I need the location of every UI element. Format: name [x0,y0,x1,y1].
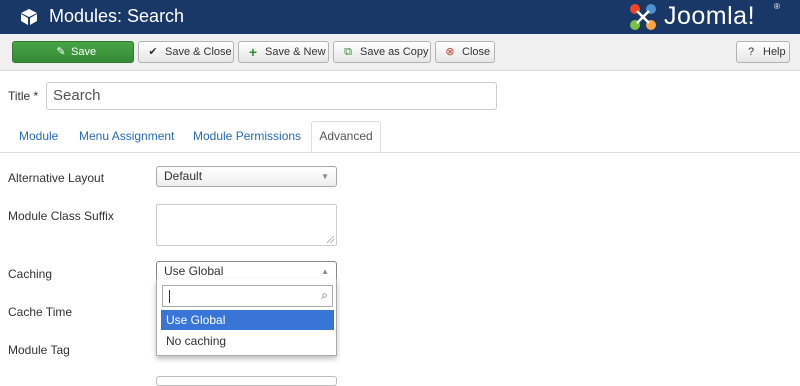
help-button[interactable]: ? Help [736,41,790,63]
save-new-button[interactable]: + Save & New [238,41,329,63]
tab-bar: Module Menu Assignment Module Permission… [0,121,800,153]
search-icon: ⌕ [321,288,328,302]
joomla-logo-icon [630,4,656,30]
registered-mark: ® [774,2,780,11]
close-button[interactable]: ⊗ Close [435,41,495,63]
cache-time-label: Cache Time [8,305,73,319]
alt-layout-label: Alternative Layout [8,171,105,185]
save-as-copy-button[interactable]: ⧉ Save as Copy [333,41,431,63]
tab-module-permissions[interactable]: Module Permissions [193,129,301,143]
caching-value: Use Global [164,264,224,278]
joomla-logo: Joomla! ® [628,0,793,34]
next-field-select[interactable] [156,376,337,386]
caching-dropdown: ⌕ Use Global No caching [156,279,337,356]
option-use-global[interactable]: Use Global [161,310,334,330]
title-input[interactable]: Search [46,82,497,110]
tab-advanced[interactable]: Advanced [311,121,381,152]
class-suffix-label: Module Class Suffix [8,209,114,223]
text-caret [169,290,170,303]
cube-icon [21,9,37,25]
resize-grip-icon[interactable] [327,236,334,243]
pencil-square-icon: ✎ [56,46,66,58]
title-label: Title * [8,89,39,103]
dropdown-search-input[interactable]: ⌕ [162,285,333,307]
save-button[interactable]: ✎ Save [12,41,134,63]
caching-label: Caching [8,267,53,281]
alt-layout-value: Default [164,169,203,183]
save-close-button[interactable]: ✔ Save & Close [138,41,234,63]
alt-layout-select[interactable]: Default ▼ [156,166,337,187]
top-header: Modules: Search Joomla! ® [0,0,800,34]
option-no-caching[interactable]: No caching [161,331,334,351]
module-tag-label: Module Tag [8,343,70,357]
dropdown-arrow-icon: ▼ [321,172,329,181]
close-circle-icon: ⊗ [445,46,455,58]
copy-icon: ⧉ [344,46,352,58]
joomla-wordmark: Joomla! [664,2,756,30]
plus-icon: + [248,44,258,60]
toolbar: ✎ Save ✔ Save & Close + Save & New ⧉ Sav… [0,34,800,71]
class-suffix-textarea[interactable] [156,204,337,246]
question-circle-icon: ? [747,46,755,58]
check-icon: ✔ [148,46,158,58]
tab-module[interactable]: Module [19,129,58,143]
tab-menu-assignment[interactable]: Menu Assignment [79,129,174,143]
page-title: Modules: Search [49,6,185,26]
